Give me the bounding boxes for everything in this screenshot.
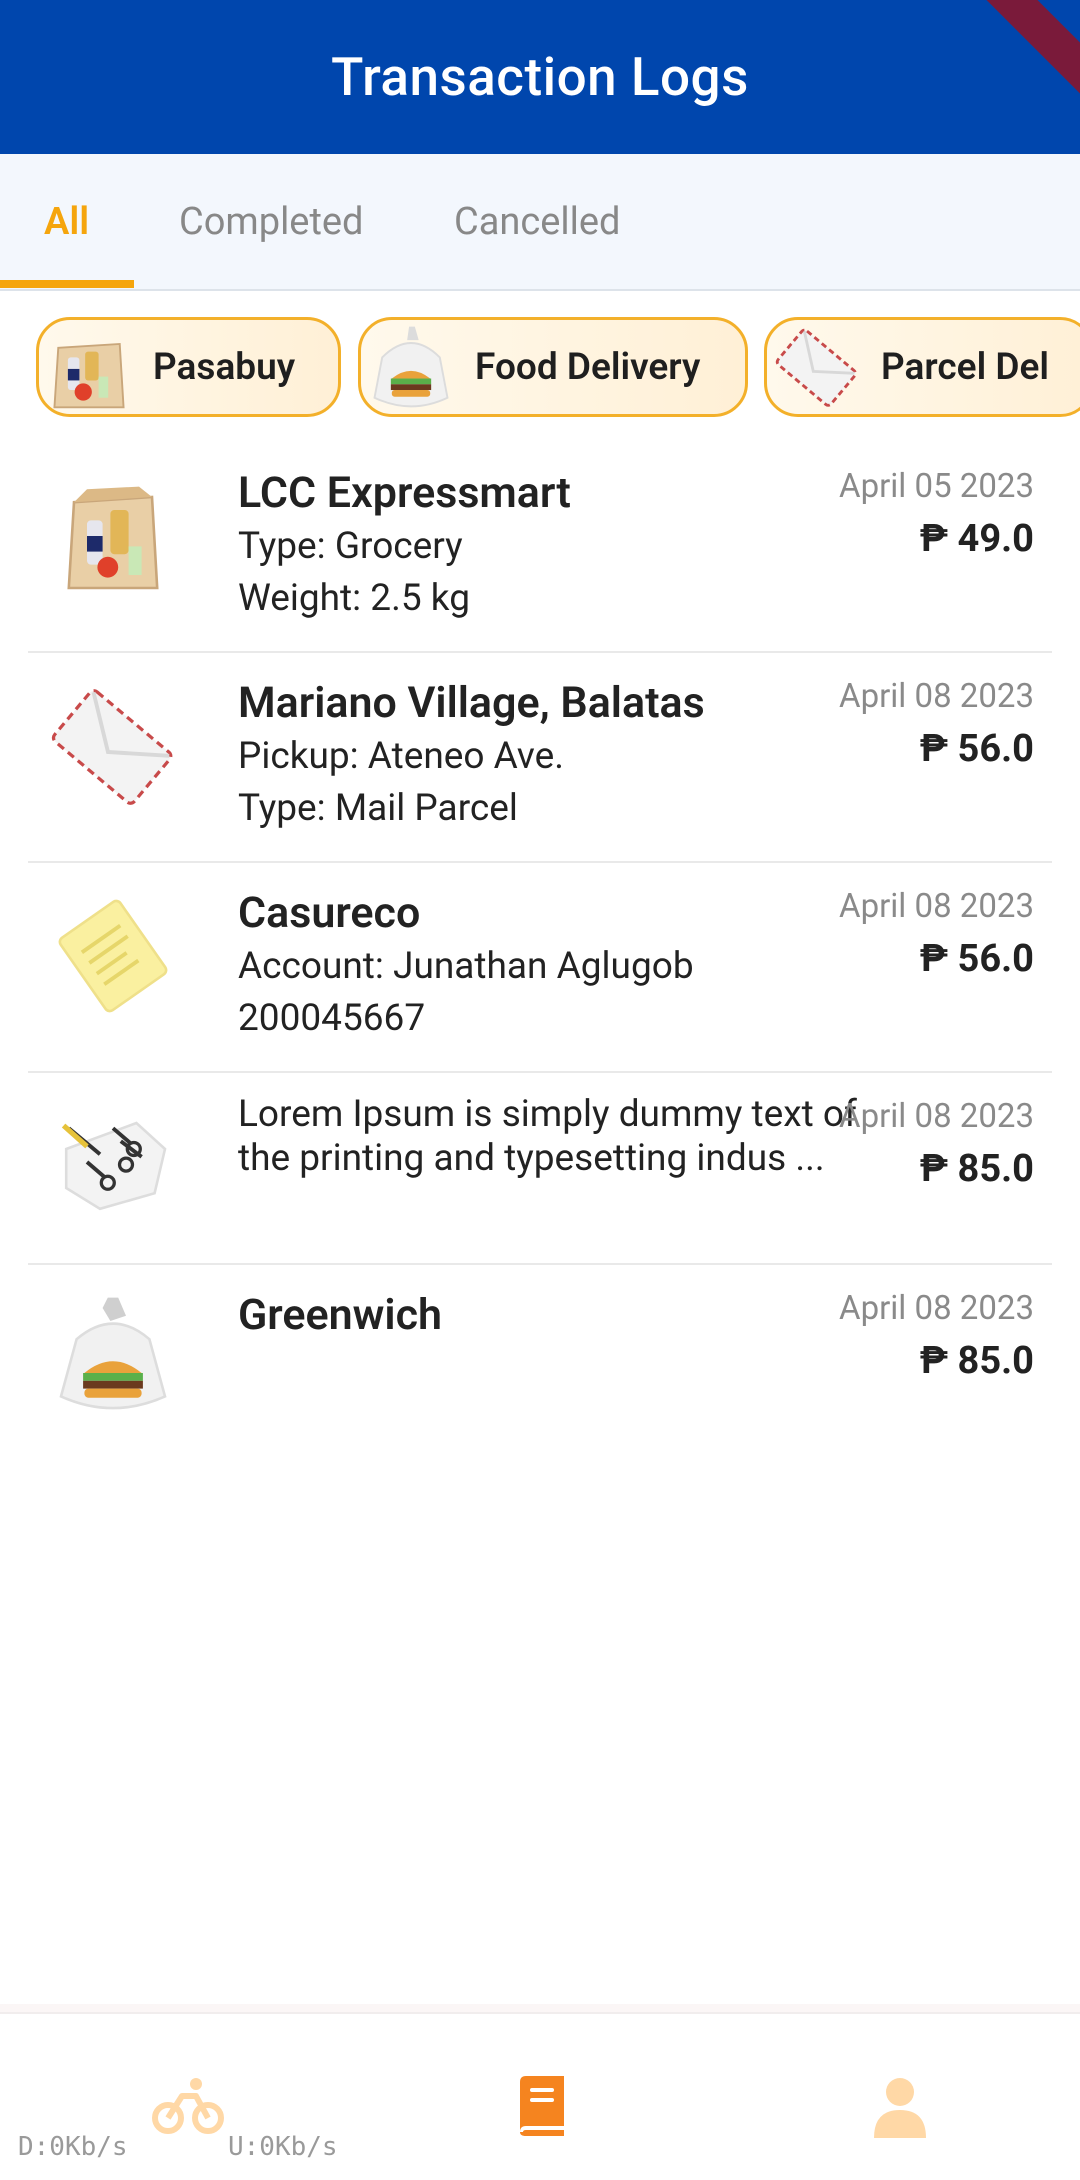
chip-label: Pasabuy bbox=[153, 345, 296, 389]
list-item[interactable]: Greenwich April 08 2023 ₱ 85.0 bbox=[28, 1265, 1052, 1435]
bike-icon[interactable] bbox=[152, 2074, 224, 2138]
chip-label: Parcel Del bbox=[881, 345, 1050, 389]
category-chips: Pasabuy Food Delivery Parcel Del bbox=[0, 289, 1080, 443]
burger-icon bbox=[361, 320, 461, 414]
chip-parcel-delivery[interactable]: Parcel Del bbox=[764, 317, 1080, 417]
transaction-price: ₱ 56.0 bbox=[919, 937, 1034, 981]
transaction-detail: Pickup: Ateneo Ave. bbox=[238, 735, 564, 778]
transaction-date: April 08 2023 bbox=[839, 887, 1034, 926]
tab-all[interactable]: All bbox=[44, 154, 89, 289]
transaction-price: ₱ 85.0 bbox=[919, 1147, 1034, 1191]
list-item[interactable]: LCC Expressmart Type: Grocery Weight: 2.… bbox=[28, 443, 1052, 653]
transaction-title: Mariano Village, Balatas bbox=[238, 678, 705, 728]
bill-icon bbox=[48, 891, 178, 1021]
transaction-date: April 08 2023 bbox=[839, 677, 1034, 716]
transaction-price: ₱ 85.0 bbox=[919, 1339, 1034, 1383]
transaction-detail: Account: Junathan Aglugob bbox=[238, 945, 694, 988]
upload-speed: U:0Kb/s bbox=[228, 2132, 338, 2162]
chip-label: Food Delivery bbox=[475, 345, 701, 389]
errand-checklist-icon bbox=[48, 1097, 178, 1227]
page-title: Transaction Logs bbox=[331, 46, 749, 108]
transaction-detail: Type: Mail Parcel bbox=[238, 787, 518, 830]
book-icon[interactable] bbox=[510, 2074, 574, 2138]
transaction-date: April 05 2023 bbox=[839, 467, 1034, 506]
chip-pasabuy[interactable]: Pasabuy bbox=[36, 317, 341, 417]
download-speed: D:0Kb/s bbox=[18, 2132, 128, 2162]
list-item[interactable]: Lorem Ipsum is simply dummy text of the … bbox=[28, 1073, 1052, 1265]
transaction-detail: Type: Grocery bbox=[238, 525, 463, 568]
list-item[interactable]: Mariano Village, Balatas Pickup: Ateneo … bbox=[28, 653, 1052, 863]
transaction-title: Greenwich bbox=[238, 1290, 443, 1340]
tab-indicator bbox=[0, 280, 134, 288]
transaction-date: April 08 2023 bbox=[839, 1097, 1034, 1136]
list-item[interactable]: Casureco Account: Junathan Aglugob 20004… bbox=[28, 863, 1052, 1073]
chip-food-delivery[interactable]: Food Delivery bbox=[358, 317, 748, 417]
mail-envelope-icon bbox=[767, 320, 867, 414]
transaction-title: Casureco bbox=[238, 888, 421, 938]
tab-cancelled[interactable]: Cancelled bbox=[454, 154, 621, 289]
app-bar: Transaction Logs bbox=[0, 0, 1080, 154]
transaction-description: Lorem Ipsum is simply dummy text of the … bbox=[238, 1093, 857, 1180]
status-tabs: All Completed Cancelled bbox=[0, 154, 1080, 291]
transaction-title: LCC Expressmart bbox=[238, 468, 571, 518]
grocery-bag-icon bbox=[39, 320, 139, 414]
transaction-date: April 08 2023 bbox=[839, 1289, 1034, 1328]
transaction-price: ₱ 49.0 bbox=[919, 517, 1034, 561]
debug-banner bbox=[956, 0, 1080, 112]
transaction-detail: 200045667 bbox=[238, 997, 426, 1040]
mail-envelope-icon bbox=[48, 681, 178, 811]
person-icon[interactable] bbox=[868, 2074, 932, 2138]
transaction-list: LCC Expressmart Type: Grocery Weight: 2.… bbox=[28, 443, 1052, 1435]
transaction-price: ₱ 56.0 bbox=[919, 727, 1034, 771]
bottom-nav-shadow bbox=[0, 2004, 1080, 2012]
grocery-bag-icon bbox=[48, 471, 178, 601]
bottom-navigation bbox=[0, 2012, 1080, 2180]
transaction-detail: Weight: 2.5 kg bbox=[238, 577, 470, 620]
tab-completed[interactable]: Completed bbox=[179, 154, 363, 289]
burger-icon bbox=[48, 1295, 178, 1425]
